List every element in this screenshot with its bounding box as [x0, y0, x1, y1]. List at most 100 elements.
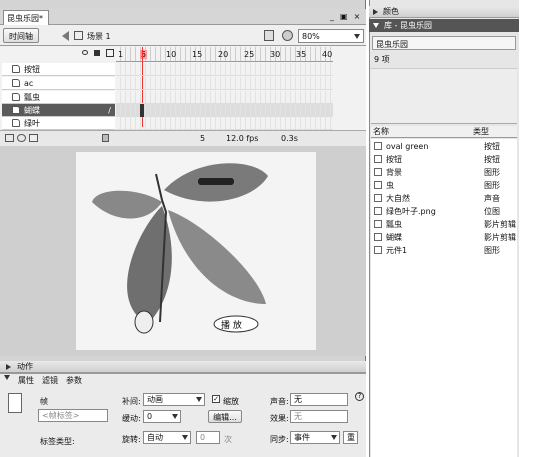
edit-symbol-icon[interactable]	[282, 30, 293, 41]
repeat-select[interactable]: 重	[343, 431, 358, 444]
help-icon[interactable]: ?	[355, 392, 364, 401]
minimize-button[interactable]: _	[330, 12, 334, 21]
zoom-value: 80%	[302, 31, 320, 41]
back-arrow-icon[interactable]	[62, 31, 69, 41]
layer-icon	[12, 106, 20, 114]
leaf-left	[92, 190, 162, 219]
library-item[interactable]: 蝴蝶 影片剪辑	[372, 231, 519, 243]
rotate-count-value: 0	[200, 433, 206, 442]
library-item[interactable]: oval green 按钮	[372, 140, 519, 152]
close-button[interactable]: ×	[354, 12, 361, 21]
frame-row[interactable]	[116, 117, 333, 130]
sound-select[interactable]: 无	[290, 393, 348, 406]
tab-parameters[interactable]: 参数	[66, 375, 82, 386]
butterfly-body	[198, 178, 234, 185]
frame-label: 帧	[40, 397, 48, 406]
library-item-name: 元件1	[386, 245, 408, 255]
time-readout: 0.3s	[281, 134, 298, 143]
layer-row[interactable]: 按钮	[2, 63, 115, 76]
properties-tabs: 属性 滤镜 参数	[4, 375, 82, 386]
layer-name: 按钮	[24, 64, 40, 74]
rotate-select[interactable]: 自动	[143, 431, 191, 444]
library-item-count: 9 项	[374, 55, 390, 64]
collapse-arrow-icon[interactable]	[4, 375, 10, 380]
layer-row[interactable]: 瓢虫	[2, 91, 115, 104]
timeline-toggle-button[interactable]: 时间轴	[3, 28, 39, 43]
library-item[interactable]: 背景 图形	[372, 166, 519, 178]
bitmap-icon	[374, 207, 382, 215]
library-item[interactable]: 虫 图形	[372, 179, 519, 191]
col-name-header[interactable]: 名称	[371, 126, 473, 137]
edit-ease-button[interactable]: 编辑...	[208, 410, 242, 423]
layer-row[interactable]: ac	[2, 77, 115, 90]
library-item[interactable]: 绿色叶子.png 位图	[372, 205, 519, 217]
repeat-value: 重	[347, 433, 355, 442]
pencil-icon: /	[108, 105, 111, 115]
play-button-label[interactable]: 播 放	[221, 318, 242, 331]
frame-tick-30: 30	[270, 50, 281, 59]
lock-icon[interactable]	[94, 50, 100, 56]
sync-label: 同步:	[270, 435, 289, 444]
frame-row[interactable]	[116, 77, 333, 90]
collapse-arrow-icon	[373, 23, 379, 28]
frame-tick-25: 25	[244, 50, 255, 59]
layer-icon	[12, 65, 20, 73]
add-folder-icon[interactable]	[29, 134, 38, 142]
frame-label-field[interactable]: <帧标签>	[38, 409, 108, 422]
library-panel-header[interactable]: 库 - 昆虫乐园	[369, 19, 519, 32]
ease-input[interactable]: 0	[143, 410, 181, 423]
outline-icon[interactable]	[106, 49, 114, 57]
library-item-type: 图形	[484, 180, 500, 190]
scene-icon	[74, 31, 83, 40]
layer-row[interactable]: 蝴蝶 /	[2, 104, 115, 117]
effect-select[interactable]: 无	[290, 410, 348, 423]
tab-properties[interactable]: 属性	[18, 375, 34, 386]
library-item-type: 图形	[484, 245, 500, 255]
add-layer-icon[interactable]	[5, 134, 14, 142]
frame-tick-20: 20	[218, 50, 229, 59]
sync-select[interactable]: 事件	[290, 431, 340, 444]
frame-row[interactable]	[116, 63, 333, 76]
chevron-down-icon	[172, 414, 178, 419]
doc-tab-label: 昆虫乐园*	[7, 14, 43, 23]
frame-row[interactable]	[116, 104, 333, 117]
library-doc-name: 昆虫乐园	[376, 40, 408, 49]
ease-value: 0	[147, 412, 153, 421]
library-item-name: oval green	[386, 141, 429, 151]
tween-select[interactable]: 动画	[143, 393, 205, 406]
eye-icon[interactable]	[82, 50, 88, 55]
rotate-label: 旋转:	[122, 435, 141, 444]
scale-checkbox[interactable]: ✓	[212, 395, 220, 403]
sync-value: 事件	[294, 433, 310, 442]
layer-name: 绿叶	[24, 118, 40, 128]
library-item-type: 声音	[484, 193, 500, 203]
ladybug	[134, 310, 154, 334]
fps-readout: 12.0 fps	[226, 134, 259, 143]
restore-button[interactable]: ▣	[340, 12, 348, 21]
trash-icon[interactable]	[102, 134, 109, 142]
actions-panel-header[interactable]: 动作	[0, 361, 366, 373]
timeline-footer	[0, 130, 366, 146]
edit-scene-icon[interactable]	[264, 30, 274, 41]
rotate-count-input[interactable]: 0	[196, 431, 220, 444]
frame-row[interactable]	[116, 91, 333, 104]
add-guide-icon[interactable]	[17, 134, 26, 142]
tab-filters[interactable]: 滤镜	[42, 375, 58, 386]
library-item-type: 图形	[484, 167, 500, 177]
movieclip-icon	[374, 220, 382, 228]
library-item[interactable]: 大自然 声音	[372, 192, 519, 204]
library-doc-selector[interactable]: 昆虫乐园	[372, 36, 516, 50]
button-symbol-icon	[374, 142, 382, 150]
col-type-header[interactable]: 类型	[473, 126, 489, 137]
layer-row[interactable]: 绿叶	[2, 117, 115, 130]
library-item[interactable]: 元件1 图形	[372, 244, 519, 256]
doc-tab[interactable]: 昆虫乐园*	[3, 10, 49, 25]
library-item[interactable]: 瓢虫 影片剪辑	[372, 218, 519, 230]
zoom-select[interactable]: 80%	[298, 29, 364, 43]
color-panel-header[interactable]: 颜色	[369, 6, 519, 18]
button-symbol-icon	[374, 155, 382, 163]
sound-value: 无	[294, 395, 302, 404]
library-item[interactable]: 按钮 按钮	[372, 153, 519, 165]
rotate-value: 自动	[147, 433, 163, 442]
chevron-down-icon	[354, 33, 360, 39]
